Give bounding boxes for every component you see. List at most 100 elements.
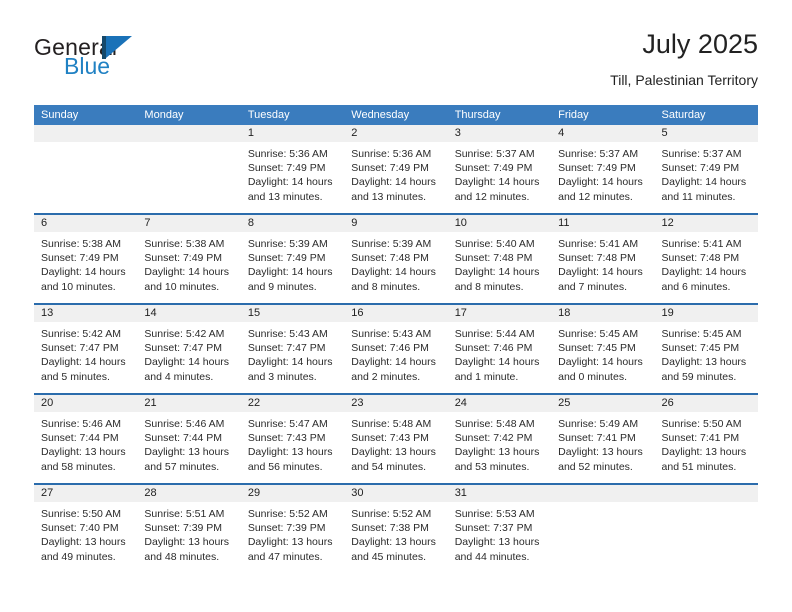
calendar-day-cell[interactable]: 4 Sunrise: 5:37 AM Sunset: 7:49 PM Dayli… (551, 125, 655, 213)
calendar-day-cell[interactable]: 25 Sunrise: 5:49 AM Sunset: 7:41 PM Dayl… (551, 395, 655, 483)
calendar-day-cell[interactable]: 9 Sunrise: 5:39 AM Sunset: 7:48 PM Dayli… (344, 215, 448, 303)
calendar-day-cell[interactable]: 13 Sunrise: 5:42 AM Sunset: 7:47 PM Dayl… (34, 305, 138, 393)
sunrise-text: Sunrise: 5:42 AM (41, 328, 121, 340)
day-number (144, 125, 233, 142)
sunrise-text: Sunrise: 5:43 AM (247, 328, 328, 340)
calendar-day-cell[interactable]: 11 Sunrise: 5:41 AM Sunset: 7:48 PM Dayl… (551, 215, 655, 303)
day-number: 24 (454, 397, 467, 409)
sunrise-text: Sunrise: 5:47 AM (247, 418, 328, 430)
day-details: Sunrise: 5:43 AM Sunset: 7:47 PM Dayligh… (248, 327, 337, 384)
daylight-text-line1: Daylight: 14 hours (41, 266, 126, 279)
day-number: 31 (454, 487, 467, 499)
calendar-day-cell[interactable]: 1 Sunrise: 5:36 AM Sunset: 7:49 PM Dayli… (240, 125, 345, 213)
day-number: 26 (661, 397, 674, 409)
day-details: Sunrise: 5:53 AM Sunset: 7:37 PM Dayligh… (455, 507, 544, 564)
sunset-text: Sunset: 7:48 PM (661, 252, 740, 265)
calendar-day-cell[interactable]: 12 Sunrise: 5:41 AM Sunset: 7:48 PM Dayl… (654, 215, 758, 303)
sunset-text: Sunset: 7:39 PM (247, 522, 326, 535)
calendar-day-cell[interactable]: 7 Sunrise: 5:38 AM Sunset: 7:49 PM Dayli… (137, 215, 241, 303)
day-number: 4 (558, 127, 565, 139)
sunset-text: Sunset: 7:41 PM (661, 432, 740, 445)
day-details: Sunrise: 5:48 AM Sunset: 7:42 PM Dayligh… (455, 417, 544, 474)
daylight-text-line1: Daylight: 13 hours (41, 446, 126, 459)
day-number: 23 (351, 397, 364, 409)
calendar-day-cell[interactable]: 21 Sunrise: 5:46 AM Sunset: 7:44 PM Dayl… (137, 395, 241, 483)
daylight-text-line1: Daylight: 14 hours (247, 176, 333, 189)
weekday-header-thursday: Thursday (454, 109, 501, 121)
daylight-text-line2: and 8 minutes. (351, 280, 421, 293)
calendar-day-cell[interactable]: 14 Sunrise: 5:42 AM Sunset: 7:47 PM Dayl… (137, 305, 241, 393)
calendar-day-cell[interactable]: 27 Sunrise: 5:50 AM Sunset: 7:40 PM Dayl… (34, 485, 138, 573)
sunrise-text: Sunrise: 5:38 AM (144, 238, 225, 250)
calendar-day-cell[interactable]: 5 Sunrise: 5:37 AM Sunset: 7:49 PM Dayli… (654, 125, 758, 213)
sunrise-text: Sunrise: 5:39 AM (247, 238, 328, 250)
calendar-day-cell[interactable]: 8 Sunrise: 5:39 AM Sunset: 7:49 PM Dayli… (240, 215, 345, 303)
sunset-text: Sunset: 7:45 PM (558, 342, 636, 355)
day-details: Sunrise: 5:44 AM Sunset: 7:46 PM Dayligh… (455, 327, 544, 384)
day-number: 16 (351, 307, 364, 319)
calendar-day-cell[interactable]: 30 Sunrise: 5:52 AM Sunset: 7:38 PM Dayl… (344, 485, 448, 573)
day-details: Sunrise: 5:48 AM Sunset: 7:43 PM Dayligh… (351, 417, 440, 474)
sunrise-text: Sunrise: 5:50 AM (661, 418, 742, 430)
calendar-day-cell[interactable]: 18 Sunrise: 5:45 AM Sunset: 7:45 PM Dayl… (551, 305, 655, 393)
calendar-day-cell[interactable]: 16 Sunrise: 5:43 AM Sunset: 7:46 PM Dayl… (344, 305, 448, 393)
sunset-text: Sunset: 7:41 PM (558, 432, 636, 445)
calendar-week-row: 6 Sunrise: 5:38 AM Sunset: 7:49 PM Dayli… (34, 213, 758, 303)
sunset-text: Sunset: 7:47 PM (247, 342, 326, 355)
page-title: July 2025 (642, 29, 758, 59)
daylight-text-line1: Daylight: 14 hours (454, 266, 540, 279)
day-details: Sunrise: 5:45 AM Sunset: 7:45 PM Dayligh… (558, 327, 647, 384)
day-number (558, 485, 647, 502)
calendar-day-cell[interactable]: 28 Sunrise: 5:51 AM Sunset: 7:39 PM Dayl… (137, 485, 241, 573)
daylight-text-line2: and 58 minutes. (41, 460, 116, 473)
daylight-text-line2: and 10 minutes. (144, 280, 220, 293)
sunset-text: Sunset: 7:45 PM (661, 342, 740, 355)
sunrise-text: Sunrise: 5:51 AM (144, 508, 225, 520)
calendar-day-cell[interactable]: 15 Sunrise: 5:43 AM Sunset: 7:47 PM Dayl… (240, 305, 345, 393)
calendar-day-cell[interactable]: 26 Sunrise: 5:50 AM Sunset: 7:41 PM Dayl… (654, 395, 758, 483)
sunrise-text: Sunrise: 5:37 AM (661, 148, 742, 160)
calendar-day-cell[interactable]: 23 Sunrise: 5:48 AM Sunset: 7:43 PM Dayl… (344, 395, 448, 483)
daylight-text-line2: and 51 minutes. (661, 460, 737, 473)
calendar-day-cell[interactable]: 22 Sunrise: 5:47 AM Sunset: 7:43 PM Dayl… (240, 395, 345, 483)
daylight-text-line1: Daylight: 14 hours (41, 356, 126, 369)
calendar-day-cell[interactable]: 2 Sunrise: 5:36 AM Sunset: 7:49 PM Dayli… (344, 125, 448, 213)
sunset-text: Sunset: 7:49 PM (558, 162, 636, 175)
calendar-day-cell[interactable]: 29 Sunrise: 5:52 AM Sunset: 7:39 PM Dayl… (240, 485, 345, 573)
sunrise-text: Sunrise: 5:36 AM (247, 148, 328, 160)
daylight-text-line1: Daylight: 14 hours (247, 266, 333, 279)
day-details: Sunrise: 5:46 AM Sunset: 7:44 PM Dayligh… (144, 417, 233, 474)
day-details: Sunrise: 5:36 AM Sunset: 7:49 PM Dayligh… (248, 147, 337, 204)
sunset-text: Sunset: 7:47 PM (144, 342, 223, 355)
sunset-text: Sunset: 7:49 PM (351, 162, 429, 175)
sunrise-text: Sunrise: 5:48 AM (454, 418, 535, 430)
daylight-text-line2: and 5 minutes. (41, 370, 110, 383)
calendar-day-cell[interactable]: 24 Sunrise: 5:48 AM Sunset: 7:42 PM Dayl… (447, 395, 552, 483)
day-number: 20 (41, 397, 54, 409)
calendar-day-cell[interactable]: 3 Sunrise: 5:37 AM Sunset: 7:49 PM Dayli… (447, 125, 552, 213)
day-number: 17 (454, 307, 467, 319)
daylight-text-line1: Daylight: 14 hours (351, 266, 436, 279)
calendar-week-row: 20 Sunrise: 5:46 AM Sunset: 7:44 PM Dayl… (34, 393, 758, 483)
day-details: Sunrise: 5:39 AM Sunset: 7:49 PM Dayligh… (248, 237, 337, 294)
calendar-day-cell[interactable]: 10 Sunrise: 5:40 AM Sunset: 7:48 PM Dayl… (447, 215, 552, 303)
sunrise-text: Sunrise: 5:46 AM (144, 418, 225, 430)
sunset-text: Sunset: 7:44 PM (41, 432, 119, 445)
daylight-text-line2: and 10 minutes. (41, 280, 116, 293)
calendar-day-cell[interactable]: 19 Sunrise: 5:45 AM Sunset: 7:45 PM Dayl… (654, 305, 758, 393)
daylight-text-line1: Daylight: 13 hours (454, 536, 540, 549)
sunset-text: Sunset: 7:40 PM (41, 522, 119, 535)
sunrise-text: Sunrise: 5:39 AM (351, 238, 432, 250)
calendar-day-cell[interactable]: 6 Sunrise: 5:38 AM Sunset: 7:49 PM Dayli… (34, 215, 138, 303)
calendar-day-cell[interactable]: 31 Sunrise: 5:53 AM Sunset: 7:37 PM Dayl… (447, 485, 552, 573)
sunset-text: Sunset: 7:49 PM (454, 162, 533, 175)
day-details: Sunrise: 5:38 AM Sunset: 7:49 PM Dayligh… (41, 237, 130, 294)
calendar-day-cell[interactable]: 17 Sunrise: 5:44 AM Sunset: 7:46 PM Dayl… (447, 305, 552, 393)
page-subtitle: Till, Palestinian Territory (610, 72, 758, 88)
daylight-text-line2: and 59 minutes. (661, 370, 737, 383)
daylight-text-line2: and 53 minutes. (454, 460, 530, 473)
weekday-header-saturday: Saturday (661, 109, 706, 121)
day-number (662, 485, 751, 502)
sunset-text: Sunset: 7:47 PM (41, 342, 119, 355)
calendar-day-cell[interactable]: 20 Sunrise: 5:46 AM Sunset: 7:44 PM Dayl… (34, 395, 138, 483)
